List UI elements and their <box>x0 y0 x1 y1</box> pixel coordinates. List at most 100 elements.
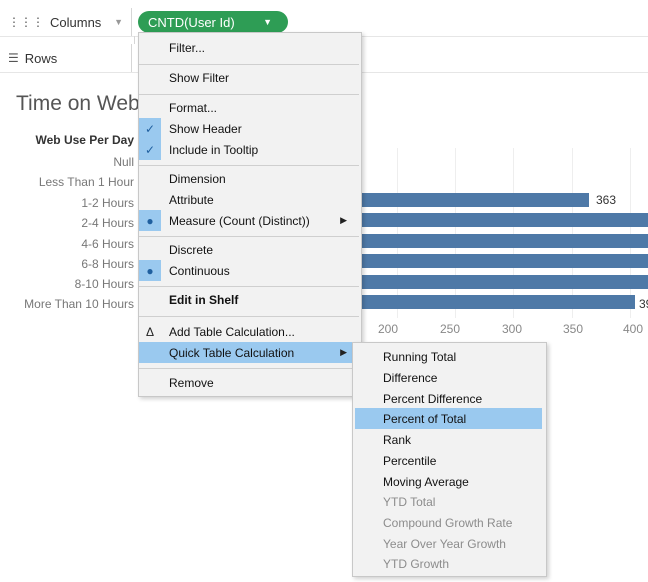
menu-item-show-filter[interactable]: Show Filter <box>139 67 359 88</box>
pill-label: CNTD(User Id) <box>148 14 235 30</box>
check-icon: ✓ <box>139 139 161 160</box>
menu-item-label: Measure (Count (Distinct)) <box>169 213 310 228</box>
menu-item-filter[interactable]: Filter... <box>139 37 359 58</box>
columns-shelf-label-box: ⋮⋮⋮ Columns ▼ <box>0 8 132 36</box>
gridline <box>572 148 573 318</box>
submenu-item-rank[interactable]: Rank <box>353 429 544 450</box>
menu-separator <box>139 236 359 237</box>
menu-item-label: Show Header <box>169 121 242 136</box>
menu-separator <box>139 94 359 95</box>
submenu-item-label: Rank <box>383 432 412 447</box>
submenu-item-label: Running Total <box>383 349 457 364</box>
submenu-item-label: Percentile <box>383 453 437 468</box>
chevron-down-icon[interactable]: ▼ <box>114 17 123 27</box>
menu-separator <box>139 316 359 317</box>
rows-icon: ☰ <box>8 51 19 65</box>
cntd-user-id-pill[interactable]: CNTD(User Id) ▼ <box>138 11 288 33</box>
axis-tick: 200 <box>378 322 399 336</box>
gridline <box>397 148 398 318</box>
row-label[interactable]: 6-8 Hours <box>0 257 134 271</box>
menu-item-label: Remove <box>169 375 214 390</box>
pill-context-menu: Filter... Show Filter Format... ✓ Show H… <box>138 32 362 397</box>
menu-item-include-in-tooltip[interactable]: ✓ Include in Tooltip <box>139 139 359 160</box>
shelf-divider <box>134 36 135 44</box>
row-label[interactable]: 8-10 Hours <box>0 277 134 291</box>
submenu-item-difference[interactable]: Difference <box>353 367 544 388</box>
row-label[interactable]: 4-6 Hours <box>0 237 134 251</box>
menu-item-label: Show Filter <box>169 70 230 85</box>
menu-item-label: Edit in Shelf <box>169 292 239 307</box>
menu-item-label: Filter... <box>169 40 206 55</box>
menu-item-label: Continuous <box>169 263 230 278</box>
gridline <box>630 148 631 318</box>
pill-dropdown-icon[interactable]: ▼ <box>263 17 272 27</box>
submenu-item-label: YTD Growth <box>383 556 450 571</box>
check-icon: ✓ <box>139 118 161 139</box>
submenu-item-percent-difference[interactable]: Percent Difference <box>353 388 544 409</box>
menu-item-label: Include in Tooltip <box>169 142 259 157</box>
bar-8-10-hours[interactable] <box>360 275 648 289</box>
row-label[interactable]: Null <box>0 155 134 169</box>
submenu-item-year-over-year-growth: Year Over Year Growth <box>353 533 544 554</box>
bar-4-6-hours[interactable] <box>360 234 648 248</box>
menu-separator <box>139 165 359 166</box>
row-header: Web Use Per Day <box>35 133 135 147</box>
bar-2-4-hours[interactable] <box>360 213 648 227</box>
menu-item-dimension[interactable]: Dimension <box>139 168 359 189</box>
submenu-item-moving-average[interactable]: Moving Average <box>353 471 544 492</box>
menu-item-measure[interactable]: ● Measure (Count (Distinct)) ▶ <box>139 210 359 231</box>
menu-separator <box>139 286 359 287</box>
bar-value-label: 39 <box>639 297 648 311</box>
bar-1-2-hours[interactable] <box>360 193 589 207</box>
quick-table-calculation-submenu: Running Total Difference Percent Differe… <box>352 342 547 577</box>
submenu-item-percent-of-total[interactable]: Percent of Total <box>355 408 542 429</box>
menu-item-edit-in-shelf[interactable]: Edit in Shelf <box>139 289 359 310</box>
rows-shelf-label-box: ☰ Rows <box>0 44 132 72</box>
menu-item-continuous[interactable]: ● Continuous <box>139 260 359 281</box>
submenu-item-label: Percent of Total <box>383 411 467 426</box>
submenu-item-label: YTD Total <box>383 494 436 509</box>
columns-icon: ⋮⋮⋮ <box>8 15 44 29</box>
axis-tick: 350 <box>563 322 584 336</box>
row-label[interactable]: Less Than 1 Hour <box>0 175 134 189</box>
menu-item-label: Format... <box>169 100 218 115</box>
menu-separator <box>139 368 359 369</box>
submenu-item-ytd-total: YTD Total <box>353 491 544 512</box>
axis-tick: 300 <box>502 322 523 336</box>
submenu-arrow-icon: ▶ <box>340 215 347 225</box>
gridline <box>513 148 514 318</box>
menu-item-remove[interactable]: Remove <box>139 372 359 393</box>
row-label[interactable]: More Than 10 Hours <box>0 297 134 311</box>
menu-item-add-table-calculation[interactable]: Δ Add Table Calculation... <box>139 321 359 342</box>
rows-label: Rows <box>24 50 58 66</box>
submenu-item-label: Year Over Year Growth <box>383 536 506 551</box>
bullet-icon: ● <box>139 260 161 281</box>
submenu-item-running-total[interactable]: Running Total <box>353 346 544 367</box>
menu-item-label: Quick Table Calculation <box>169 345 295 360</box>
menu-item-label: Dimension <box>169 171 226 186</box>
menu-item-label: Add Table Calculation... <box>169 324 295 339</box>
axis-tick: 400 <box>623 322 644 336</box>
bar-more-than-10-hours[interactable] <box>360 295 635 309</box>
view-title: Time on Web <box>16 92 140 115</box>
row-label[interactable]: 1-2 Hours <box>0 196 134 210</box>
submenu-item-ytd-growth: YTD Growth <box>353 553 544 574</box>
submenu-item-compound-growth-rate: Compound Growth Rate <box>353 512 544 533</box>
submenu-item-label: Moving Average <box>383 474 469 489</box>
submenu-item-label: Compound Growth Rate <box>383 515 513 530</box>
submenu-item-label: Percent Difference <box>383 391 483 406</box>
submenu-item-percentile[interactable]: Percentile <box>353 450 544 471</box>
delta-icon: Δ <box>145 324 154 339</box>
bar-6-8-hours[interactable] <box>360 254 648 268</box>
menu-item-attribute[interactable]: Attribute <box>139 189 359 210</box>
submenu-item-label: Difference <box>383 370 438 385</box>
menu-item-show-header[interactable]: ✓ Show Header <box>139 118 359 139</box>
axis-tick: 250 <box>440 322 461 336</box>
menu-separator <box>139 64 359 65</box>
row-label[interactable]: 2-4 Hours <box>0 216 134 230</box>
menu-item-format[interactable]: Format... <box>139 97 359 118</box>
bullet-icon: ● <box>139 210 161 231</box>
menu-item-discrete[interactable]: Discrete <box>139 239 359 260</box>
columns-label: Columns <box>50 14 102 30</box>
menu-item-quick-table-calculation[interactable]: Quick Table Calculation ▶ <box>139 342 359 363</box>
